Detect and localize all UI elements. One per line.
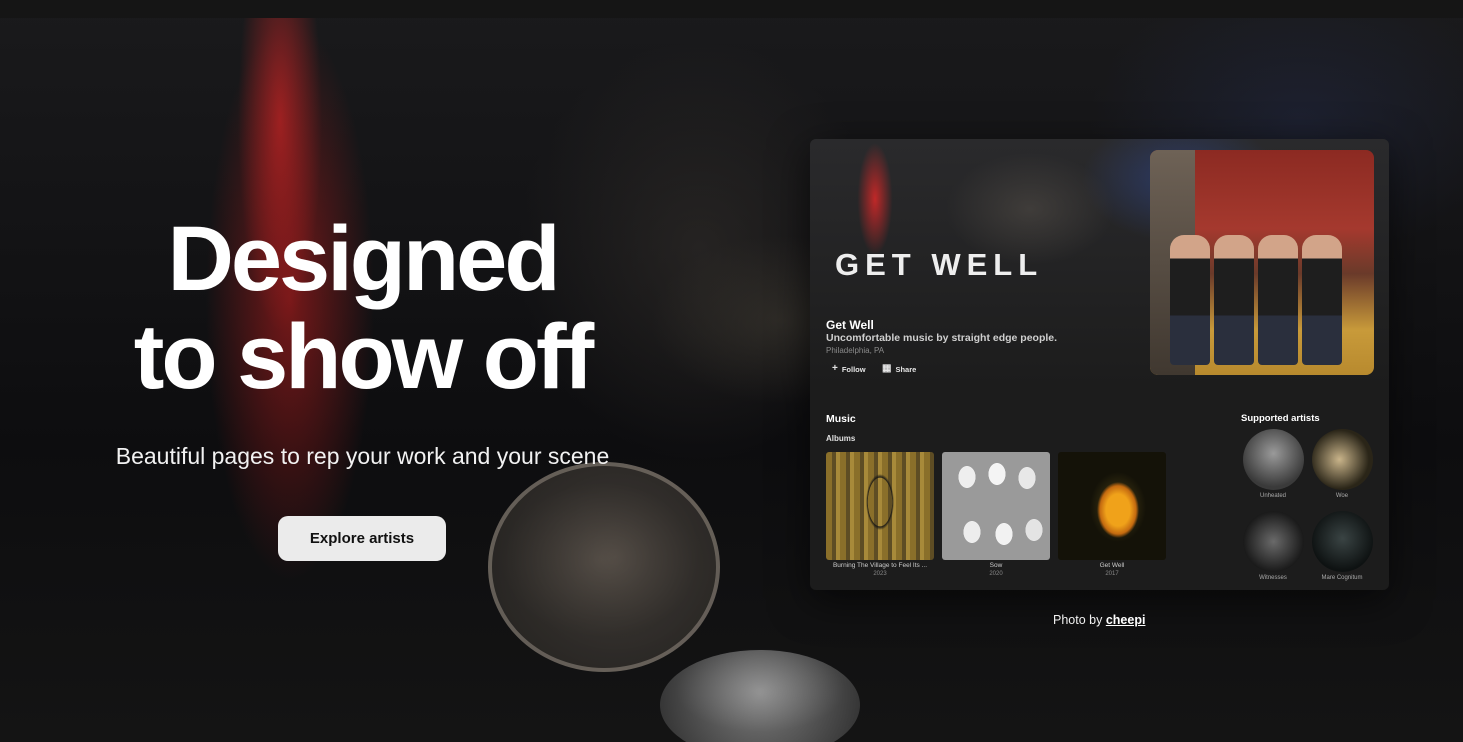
hero-subtitle: Beautiful pages to rep your work and you… [115, 443, 610, 469]
plus-icon: + [832, 363, 838, 374]
album-card[interactable]: Get Well 2017 [1058, 452, 1166, 577]
artist-name: Get Well [826, 318, 874, 332]
album-cover [942, 452, 1050, 560]
album-card[interactable]: Burning The Village to Feel Its ... 2023 [826, 452, 934, 577]
supported-artist[interactable]: Woe [1311, 429, 1373, 499]
music-heading: Music [826, 413, 856, 425]
artist-avatar [1242, 429, 1304, 490]
explore-artists-button[interactable]: Explore artists [278, 516, 446, 561]
photo-credit: Photo by cheepi [1053, 613, 1145, 627]
artist-location: Philadelphia, PA [826, 346, 885, 355]
drum-decoration [488, 462, 720, 672]
album-year: 2023 [873, 571, 887, 577]
supported-artist-name: Mare Cognitum [1321, 575, 1363, 581]
hero-title-line2: to show off [133, 306, 595, 408]
artist-avatar [1242, 511, 1304, 572]
album-title: Get Well [1099, 562, 1125, 569]
photo-credit-prefix: Photo by [1053, 613, 1103, 627]
photographer-link[interactable]: cheepi [1106, 613, 1146, 627]
album-cover [826, 452, 934, 560]
album-title: Sow [989, 562, 1003, 569]
follow-button[interactable]: + Follow [832, 363, 866, 375]
hero-title: Designed to show off [100, 210, 625, 406]
supported-artists-heading: Supported artists [1241, 413, 1320, 424]
artist-tagline: Uncomfortable music by straight edge peo… [826, 332, 1058, 344]
artist-avatar [1311, 511, 1373, 572]
album-card[interactable]: Sow 2020 [942, 452, 1050, 577]
album-year: 2020 [989, 571, 1003, 577]
share-icon: ▦ [882, 363, 892, 374]
artist-avatar [1311, 429, 1373, 490]
banner-logo: GET WELL [835, 247, 1044, 282]
supported-artist[interactable]: Witnesses [1242, 511, 1304, 581]
band-photo [1150, 150, 1374, 375]
album-title: Burning The Village to Feel Its ... [832, 562, 928, 569]
supported-artist-name: Woe [1335, 493, 1349, 499]
follow-label: Follow [841, 364, 866, 374]
share-label: Share [895, 364, 917, 374]
supported-artist-name: Unheated [1259, 493, 1287, 499]
top-bar [0, 0, 1463, 18]
album-cover [1058, 452, 1166, 560]
supported-artist-name: Witnesses [1259, 575, 1287, 581]
share-button[interactable]: ▦ Share [882, 363, 916, 375]
albums-heading: Albums [826, 434, 856, 443]
supported-artist[interactable]: Mare Cognitum [1311, 511, 1373, 581]
supported-artist[interactable]: Unheated [1242, 429, 1304, 499]
artist-preview-card: GET WELL Get Well Uncomfortable music by… [810, 139, 1389, 590]
album-year: 2017 [1105, 571, 1119, 577]
hero-title-line1: Designed [167, 208, 560, 310]
